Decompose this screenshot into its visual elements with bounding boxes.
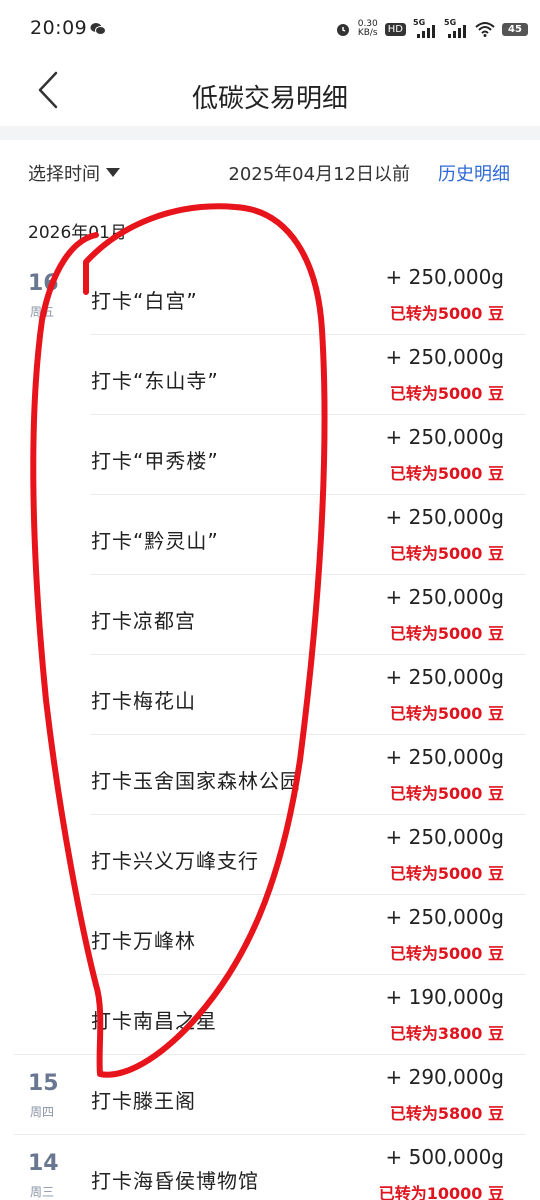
carbon-amount: + 250,000g [385,345,504,369]
carbon-amount: + 250,000g [385,905,504,929]
converted-beans: 已转为5000 豆 [389,704,504,723]
day-number: 16 [28,271,59,296]
select-time-label: 选择时间 [28,164,100,185]
converted-beans: 已转为5800 豆 [389,1104,504,1123]
carbon-amount: + 190,000g [385,985,504,1009]
transaction-name: 打卡玉舍国家森林公园 [91,769,301,793]
converted-beans: 已转为5000 豆 [389,624,504,643]
carbon-amount: + 250,000g [385,585,504,609]
carbon-amount: + 250,000g [385,505,504,529]
header-divider [0,126,540,140]
transaction-name: 打卡滕王阁 [91,1089,196,1113]
transaction-row[interactable]: 打卡凉都宫 + 250,000g 已转为5000 豆 [0,575,540,655]
day-weekday: 周五 [30,305,55,319]
transaction-name: 打卡海昏侯博物馆 [91,1169,259,1193]
transaction-row[interactable]: 打卡“甲秀楼” + 250,000g 已转为5000 豆 [0,415,540,495]
page-title: 低碳交易明细 [191,84,348,114]
wifi-icon [475,22,495,37]
transaction-name: 打卡“东山寺” [91,369,219,393]
converted-beans: 已转为5000 豆 [389,384,504,403]
status-icons: 0.30 KB/s HD 5G 5G 45 [335,18,528,40]
day-number: 15 [28,1071,59,1096]
transaction-name: 打卡南昌之星 [91,1009,217,1033]
sim2-label: 5G [444,18,457,27]
signal-icon-sim1: 5G [413,18,437,38]
caret-down-icon [106,168,120,177]
transaction-row[interactable]: 打卡南昌之星 + 190,000g 已转为3800 豆 [0,975,540,1055]
transaction-name: 打卡“甲秀楼” [91,449,219,473]
transaction-row[interactable]: 打卡玉舍国家森林公园 + 250,000g 已转为5000 豆 [0,735,540,815]
select-time-dropdown[interactable]: 选择时间 [28,160,120,186]
transaction-name: 打卡“黔灵山” [91,529,219,553]
converted-beans: 已转为5000 豆 [389,544,504,563]
carbon-amount: + 250,000g [385,265,504,289]
transaction-name: 打卡兴义万峰支行 [91,849,259,873]
carbon-amount: + 250,000g [385,425,504,449]
converted-beans: 已转为5000 豆 [389,864,504,883]
history-details-link[interactable]: 历史明细 [438,160,510,186]
page-header: 低碳交易明细 [0,58,540,126]
transaction-name: 打卡梅花山 [91,689,196,713]
converted-beans: 已转为10000 豆 [378,1184,504,1200]
hd-badge: HD [384,22,406,36]
converted-beans: 已转为5000 豆 [389,784,504,803]
transaction-row[interactable]: 打卡兴义万峰支行 + 250,000g 已转为5000 豆 [0,815,540,895]
transaction-row[interactable]: 打卡万峰林 + 250,000g 已转为5000 豆 [0,895,540,975]
transaction-row[interactable]: 16 周五 打卡“白宫” + 250,000g 已转为5000 豆 [0,255,540,335]
transaction-row[interactable]: 打卡“东山寺” + 250,000g 已转为5000 豆 [0,335,540,415]
net-speed-unit: KB/s [357,28,378,38]
transaction-row[interactable]: 打卡梅花山 + 250,000g 已转为5000 豆 [0,655,540,735]
transaction-name: 打卡凉都宫 [91,609,196,633]
status-time: 20:09 [30,17,88,39]
transaction-row[interactable]: 打卡“黔灵山” + 250,000g 已转为5000 豆 [0,495,540,575]
alarm-icon [336,24,349,36]
carbon-amount: + 250,000g [385,745,504,769]
day-weekday: 周三 [30,1185,55,1199]
converted-beans: 已转为5000 豆 [389,464,504,483]
battery-icon: 45 [502,22,528,36]
day-number: 14 [28,1151,59,1176]
day-weekday: 周四 [30,1105,55,1119]
transaction-row[interactable]: 15 周四 打卡滕王阁 + 290,000g 已转为5800 豆 [0,1055,540,1135]
carbon-amount: + 250,000g [385,825,504,849]
carbon-amount: + 500,000g [385,1145,504,1169]
wechat-icon [90,23,106,35]
carbon-amount: + 290,000g [385,1065,504,1089]
signal-icon-sim2: 5G [444,18,468,38]
month-label: 2026年01月 [28,223,127,243]
date-before-label: 2025年04月12日以前 [228,164,410,185]
status-bar: 20:09 0.30 KB/s HD 5G 5G 45 [0,0,540,58]
filter-bar: 选择时间 2025年04月12日以前 历史明细 [0,140,540,204]
converted-beans: 已转为5000 豆 [389,944,504,963]
converted-beans: 已转为3800 豆 [389,1024,504,1043]
transaction-name: 打卡万峰林 [91,929,196,953]
carbon-amount: + 250,000g [385,665,504,689]
converted-beans: 已转为5000 豆 [389,304,504,323]
sim1-label: 5G [413,18,426,27]
net-speed: 0.30 KB/s [358,20,378,38]
transaction-name: 打卡“白宫” [91,289,198,313]
transaction-row[interactable]: 14 周三 打卡海昏侯博物馆 + 500,000g 已转为10000 豆 [0,1135,540,1200]
